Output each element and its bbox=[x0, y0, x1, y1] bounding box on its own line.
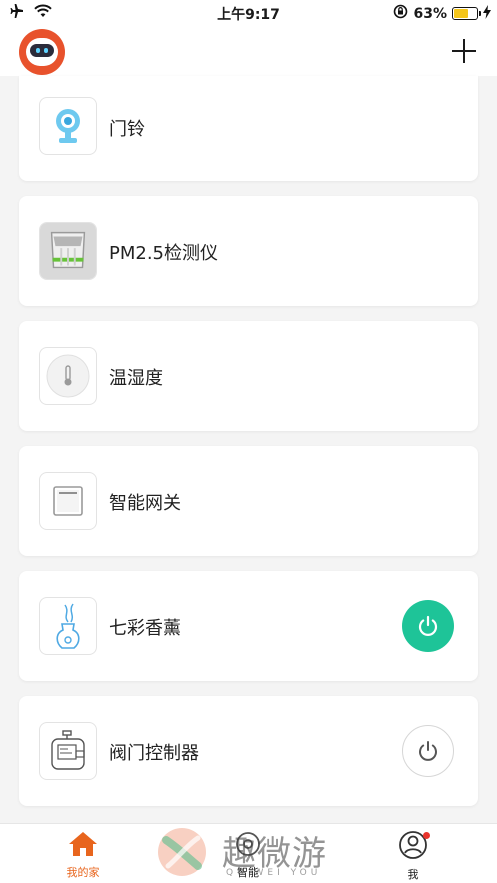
tab-smart[interactable]: 智能 bbox=[198, 830, 298, 880]
smart-icon bbox=[236, 832, 260, 856]
tab-label: 我 bbox=[407, 868, 419, 881]
device-card[interactable]: 智能网关 bbox=[19, 446, 478, 556]
device-name: PM2.5检测仪 bbox=[109, 243, 219, 264]
tab-label: 智能 bbox=[237, 866, 259, 879]
device-name: 门铃 bbox=[109, 119, 145, 140]
device-card[interactable]: 阀门控制器 bbox=[19, 696, 478, 806]
device-card[interactable]: PM2.5检测仪 bbox=[19, 196, 478, 306]
valve-controller-icon bbox=[39, 722, 97, 780]
tab-my-home[interactable]: 我的家 bbox=[33, 830, 133, 880]
aroma-diffuser-icon bbox=[39, 597, 97, 655]
power-icon bbox=[418, 615, 438, 636]
rotation-lock-icon bbox=[393, 4, 408, 23]
add-device-button[interactable] bbox=[451, 38, 477, 64]
air-monitor-icon bbox=[39, 222, 97, 280]
camera-doorbell-icon bbox=[39, 97, 97, 155]
device-name: 七彩香薰 bbox=[109, 618, 181, 639]
battery-icon bbox=[452, 7, 481, 20]
device-card[interactable]: 七彩香薰 bbox=[19, 571, 478, 681]
notification-dot bbox=[423, 832, 430, 839]
tab-me[interactable]: 我 bbox=[363, 830, 463, 882]
power-icon bbox=[419, 741, 437, 761]
tab-label: 我的家 bbox=[66, 866, 100, 879]
device-card[interactable]: 温湿度 bbox=[19, 321, 478, 431]
battery-percent: 63% bbox=[413, 5, 447, 22]
device-name: 阀门控制器 bbox=[109, 743, 199, 764]
robot-avatar-icon[interactable] bbox=[19, 29, 65, 75]
thermometer-icon bbox=[39, 347, 97, 405]
power-button-off[interactable] bbox=[402, 725, 454, 777]
home-icon bbox=[69, 832, 97, 856]
power-button-on[interactable] bbox=[402, 600, 454, 652]
header bbox=[0, 26, 497, 76]
gateway-icon bbox=[39, 472, 97, 530]
device-name: 温湿度 bbox=[109, 368, 163, 389]
tab-bar: 我的家 智能 我 bbox=[0, 823, 497, 883]
charging-icon bbox=[483, 4, 491, 23]
device-card[interactable]: 门铃 bbox=[19, 76, 478, 181]
device-name: 智能网关 bbox=[109, 493, 181, 514]
status-bar: 上午9:17 63% bbox=[0, 0, 497, 26]
